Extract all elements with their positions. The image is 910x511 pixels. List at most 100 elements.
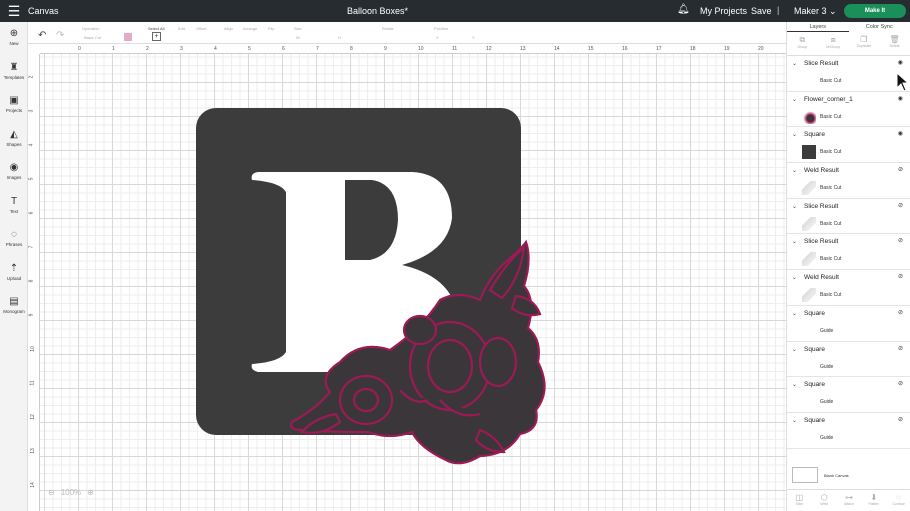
ruler-tick-label: 19 <box>724 46 730 52</box>
hamburger-menu-icon[interactable]: ☰ <box>0 0 28 22</box>
operation-select[interactable]: Basic Cut <box>84 35 101 40</box>
layers-panel: Layers Color Sync ⧉ Group ⧈ UnGroup ❐ Duplica… <box>786 22 910 511</box>
zoom-out-icon[interactable]: ⊖ <box>48 488 55 497</box>
chevron-down-icon[interactable]: ⌄ <box>792 96 797 103</box>
chevron-down-icon[interactable]: ⌄ <box>792 417 797 424</box>
chevron-down-icon[interactable]: ⌄ <box>792 203 797 210</box>
chevron-down-icon[interactable]: ⌄ <box>792 60 797 67</box>
eye-hidden-icon[interactable]: ⊘ <box>898 273 903 280</box>
layer-name: Square <box>804 381 825 389</box>
attach-button[interactable]: ⊶ Attach <box>837 490 862 511</box>
zoom-in-icon[interactable]: ⊕ <box>87 488 94 497</box>
ungroup-button[interactable]: ⧈ UnGroup <box>818 35 849 55</box>
ruler-tick-label: 8 <box>350 46 353 52</box>
layer-operation: Guide <box>820 434 834 441</box>
edit-label: Edit <box>178 26 185 31</box>
layer-row[interactable]: ⌄ Square ⊘ Guide <box>787 377 910 413</box>
sidebar-item-upload[interactable]: ⇡ Upload <box>0 263 28 281</box>
ruler-tick-label: 10 <box>29 346 36 352</box>
tool-label: Attach <box>844 502 854 506</box>
layer-row[interactable]: ⌄ Square ⊘ Guide <box>787 306 910 342</box>
sidebar-item-templates[interactable]: ♜ Templates <box>0 62 28 80</box>
my-projects-link[interactable]: My Projects <box>700 6 747 16</box>
eye-hidden-icon[interactable]: ⊘ <box>898 345 903 352</box>
eye-hidden-icon[interactable]: ⊘ <box>898 166 903 173</box>
ruler-tick-label: 8 <box>28 279 35 283</box>
color-swatch[interactable] <box>124 33 132 41</box>
blank-canvas-row[interactable]: Blank Canvas <box>792 467 849 483</box>
eye-icon[interactable]: ◉ <box>898 130 903 137</box>
chat-icon: ◌ <box>11 229 17 240</box>
duplicate-button[interactable]: ❐ Duplicate <box>849 35 880 55</box>
bell-icon[interactable]: 🔔︎ <box>677 4 690 15</box>
layer-row[interactable]: ⌄ Slice Result ⊘ Basic Cut <box>787 234 910 271</box>
delete-button[interactable]: 🗑 Delete <box>879 35 910 55</box>
sidebar-item-projects[interactable]: ▣ Projects <box>0 95 28 113</box>
action-label: Delete <box>889 44 900 48</box>
save-button[interactable]: Save <box>751 6 772 16</box>
sidebar-item-phrases[interactable]: ◌ Phrases <box>0 229 28 247</box>
undo-icon[interactable]: ↶ <box>38 30 46 41</box>
chevron-down-icon[interactable]: ⌄ <box>792 274 797 281</box>
layer-row[interactable]: ⌄ Flower_corner_1 ◉ Basic Cut <box>787 92 910 128</box>
edit-toolbar: ↶ ↷ Operation Basic Cut Select All + Edi… <box>28 22 786 44</box>
layer-list: ⌄ Slice Result ◉ Basic Cut ⌄ Flower_corner_1 ◉… <box>787 56 910 449</box>
chevron-down-icon: ⌄ <box>829 6 837 16</box>
redo-icon[interactable]: ↷ <box>56 30 64 41</box>
ruler-tick-label: 17 <box>656 46 662 52</box>
chevron-down-icon[interactable]: ⌄ <box>792 381 797 388</box>
select-all-label: Select All <box>148 26 165 31</box>
weld-button[interactable]: ⬡ Weld <box>812 490 837 511</box>
design-artwork[interactable] <box>190 100 550 470</box>
layer-row[interactable]: ⌄ Square ⊘ Guide <box>787 413 910 449</box>
group-button[interactable]: ⧉ Group <box>787 35 818 55</box>
slice-button[interactable]: ◫ Slice <box>787 490 812 511</box>
chevron-down-icon[interactable]: ⌄ <box>792 131 797 138</box>
sidebar-item-label: Templates <box>3 74 25 80</box>
flatten-button[interactable]: ⬇ Flatten <box>861 490 886 511</box>
machine-select[interactable]: Maker 3 ⌄ <box>794 6 837 17</box>
layer-row[interactable]: ⌄ Slice Result ⊘ Basic Cut <box>787 199 910 235</box>
layer-name: Flower_corner_1 <box>804 95 853 103</box>
chevron-down-icon[interactable]: ⌄ <box>792 346 797 353</box>
eye-hidden-icon[interactable]: ⊘ <box>898 416 903 423</box>
ruler-tick-label: 4 <box>214 46 217 52</box>
operation-label: Operation <box>82 26 100 31</box>
sidebar-item-monogram[interactable]: ▤ Monogram <box>0 296 28 314</box>
sidebar-item-label: New <box>9 41 19 46</box>
eye-hidden-icon[interactable]: ⊘ <box>898 309 903 316</box>
eye-icon[interactable]: ◉ <box>898 59 903 66</box>
select-all-button[interactable]: + <box>152 32 161 41</box>
ruler-tick-label: 3 <box>28 109 35 113</box>
sidebar-item-images[interactable]: ◉ Images <box>0 162 28 180</box>
layer-thumbnail <box>802 145 816 160</box>
tab-color-sync[interactable]: Color Sync <box>849 22 910 32</box>
eye-hidden-icon[interactable]: ⊘ <box>898 380 903 387</box>
layer-row[interactable]: ⌄ Weld Result ⊘ Basic Cut <box>787 270 910 306</box>
contour-button[interactable]: ◌ Contour <box>886 490 910 511</box>
make-it-button[interactable]: Make It <box>844 4 906 18</box>
width-label: W <box>296 35 300 40</box>
tab-layers[interactable]: Layers <box>787 22 849 32</box>
layer-row[interactable]: ⌄ Weld Result ⊘ Basic Cut <box>787 163 910 199</box>
contour-icon: ◌ <box>896 493 901 502</box>
chevron-down-icon[interactable]: ⌄ <box>792 238 797 245</box>
sidebar-item-label: Shapes <box>6 141 22 147</box>
monogram-icon: ▤ <box>9 296 19 307</box>
sidebar-item-text[interactable]: T Text <box>0 196 28 214</box>
layer-name: Square <box>804 309 825 317</box>
blank-canvas-swatch[interactable] <box>792 467 818 483</box>
layer-row[interactable]: ⌄ Square ◉ Basic Cut <box>787 127 910 164</box>
layer-row[interactable]: ⌄ Slice Result ◉ Basic Cut <box>787 56 910 92</box>
chevron-down-icon[interactable]: ⌄ <box>792 167 797 174</box>
layer-row[interactable]: ⌄ Square ⊘ Guide <box>787 342 910 378</box>
eye-hidden-icon[interactable]: ⊘ <box>898 202 903 209</box>
eye-icon[interactable]: ◉ <box>898 95 903 102</box>
shirt-icon: ♜ <box>9 61 19 73</box>
zoom-control: ⊖ 100% ⊕ <box>48 488 94 497</box>
sidebar-item-new[interactable]: ⊕ New <box>0 28 28 46</box>
eye-hidden-icon[interactable]: ⊘ <box>898 237 903 244</box>
chevron-down-icon[interactable]: ⌄ <box>792 310 797 317</box>
sidebar-item-label: Upload <box>6 275 22 281</box>
sidebar-item-shapes[interactable]: ◭ Shapes <box>0 129 28 147</box>
